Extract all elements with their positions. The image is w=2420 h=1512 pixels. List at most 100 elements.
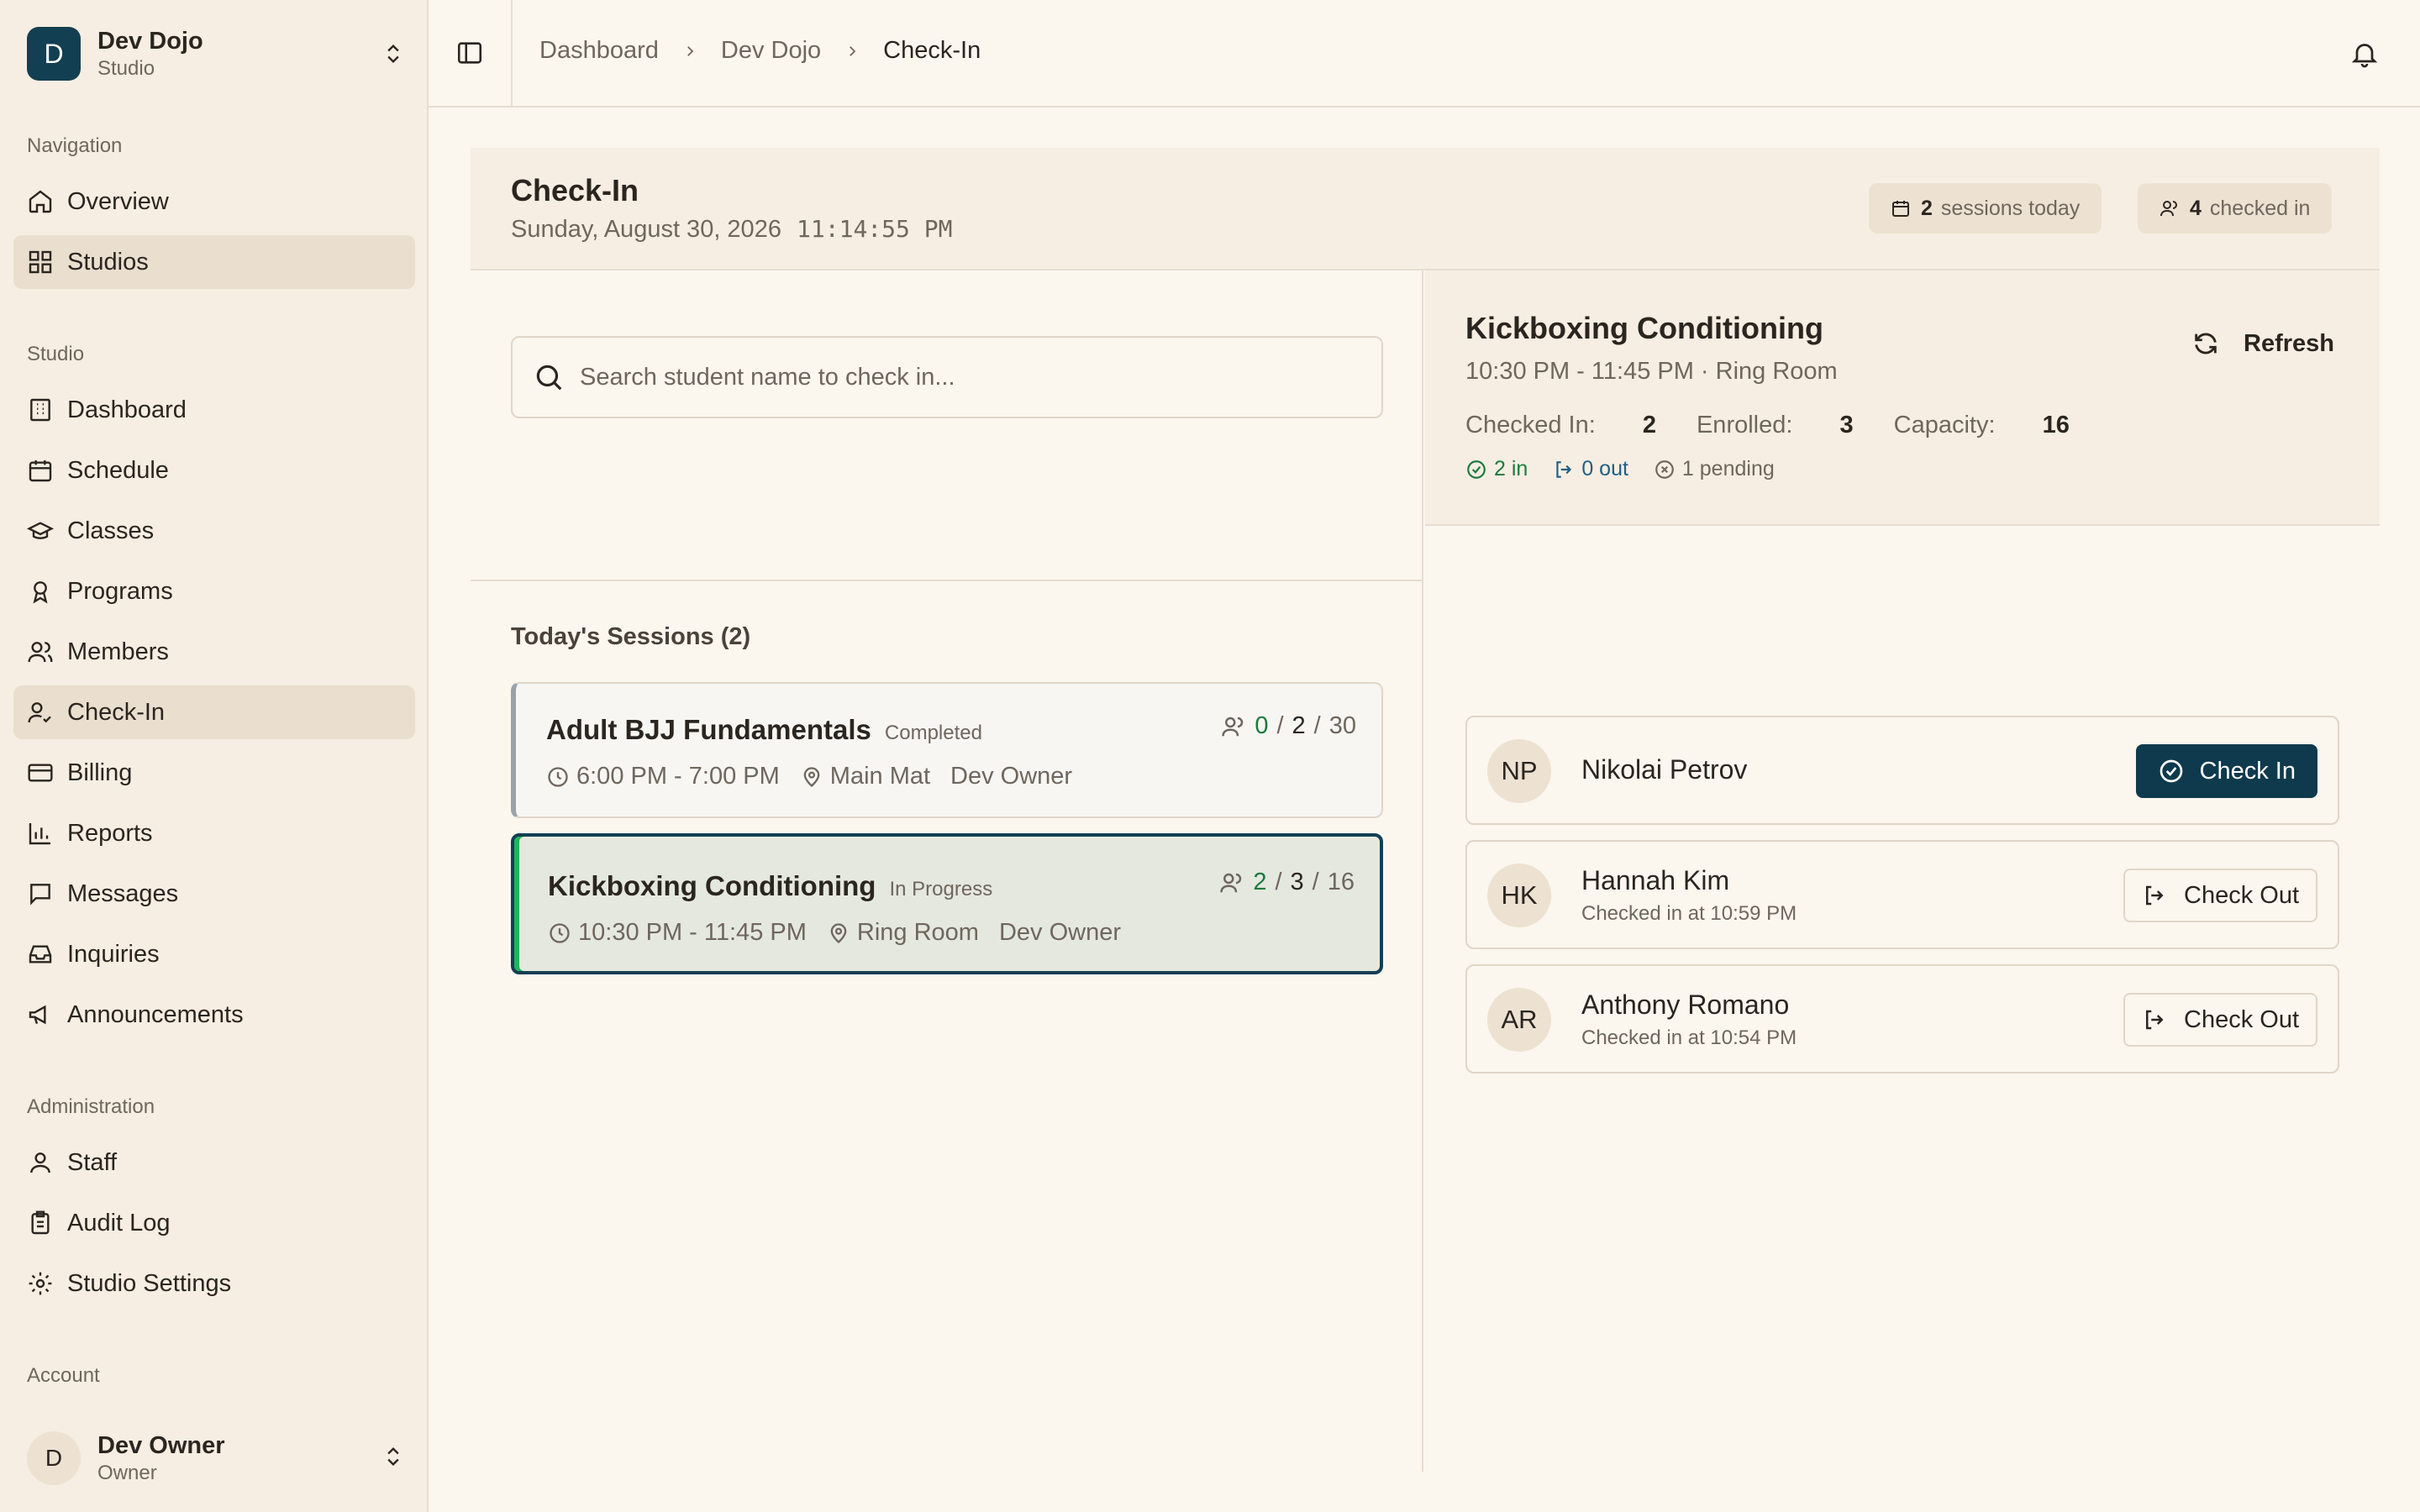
session-location: Main Mat [829, 763, 931, 790]
sidebar-item-overview[interactable]: Overview [13, 175, 415, 228]
chevrons-up-down-icon [387, 45, 399, 63]
sidebar-item-label: Reports [67, 819, 153, 847]
session-enrolled: 3 [1290, 869, 1304, 895]
checked-in-label: checked in [2209, 196, 2311, 220]
main-panel: Check-In Sunday, August 30, 2026 11:14:5… [471, 148, 2380, 1472]
sidebar-item-dashboard[interactable]: Dashboard [13, 383, 415, 437]
member-name: Hannah Kim [1581, 865, 1730, 895]
stat-checked-in-label: Checked In: [1465, 412, 1596, 438]
calendar-icon [29, 460, 52, 482]
divider [471, 580, 1423, 581]
session-capacity: 30 [1328, 712, 1356, 739]
sidebar-item-label: Billing [67, 759, 133, 786]
account-switcher[interactable]: D Dev Owner Owner [27, 1428, 405, 1488]
sessions-today-badge: 2 sessions today [1869, 183, 2102, 234]
sidebar: D Dev Dojo Studio Navigation Overview St… [0, 0, 429, 1512]
member-checkin-time: Checked in at 10:54 PM [1581, 1026, 1797, 1049]
class-header: Kickboxing Conditioning 10:30 PM - 11:45… [1425, 270, 2380, 526]
sidebar-toggle-button[interactable] [429, 0, 513, 106]
sidebar-item-reports[interactable]: Reports [13, 806, 415, 860]
log-out-icon [2146, 885, 2164, 906]
refresh-button[interactable]: Refresh [2191, 329, 2334, 358]
bell-icon[interactable] [2349, 39, 2380, 69]
check-in-label: Check In [2199, 757, 2296, 785]
sidebar-item-messages[interactable]: Messages [13, 867, 415, 921]
check-out-button[interactable]: Check Out [2123, 993, 2317, 1047]
sidebar-item-schedule[interactable]: Schedule [13, 444, 415, 497]
member-name: Anthony Romano [1581, 990, 1790, 1020]
session-instructor: Dev Owner [950, 763, 1073, 790]
user-icon [30, 1152, 50, 1173]
sidebar-item-classes[interactable]: Classes [13, 504, 415, 558]
search-input[interactable] [580, 363, 1336, 391]
bar-chart-icon [29, 823, 50, 845]
check-out-button[interactable]: Check Out [2123, 869, 2317, 922]
sidebar-item-studios[interactable]: Studios [13, 235, 415, 289]
stat-enrolled-value: 3 [1839, 412, 1854, 438]
building-icon [30, 398, 50, 422]
breadcrumb: Dashboard Dev Dojo Check-In [539, 37, 981, 65]
check-circle-icon [2160, 759, 2182, 783]
check-out-label: Check Out [2184, 1005, 2299, 1033]
sidebar-item-studio-settings[interactable]: Studio Settings [13, 1257, 415, 1310]
sidebar-item-announcements[interactable]: Announcements [13, 988, 415, 1042]
panel-left-icon [457, 42, 482, 64]
message-icon [30, 884, 50, 906]
class-attendance-summary: 2 in 0 out 1 pending [1465, 457, 1800, 481]
users-icon [1222, 717, 1244, 736]
sidebar-item-label: Dashboard [67, 396, 187, 423]
gear-icon [29, 1272, 52, 1295]
grid-icon [29, 250, 52, 274]
summary-out: 0 out [1581, 457, 1628, 480]
session-count: 0 / 2 / 30 [1221, 712, 1356, 740]
session-card-selected[interactable]: Kickboxing Conditioning In Progress 10:30… [511, 833, 1383, 974]
sidebar-item-check-in[interactable]: Check-In [13, 685, 415, 739]
sidebar-item-label: Programs [67, 577, 173, 605]
sessions-title: Today's Sessions (2) [511, 623, 751, 650]
sidebar-item-programs[interactable]: Programs [13, 564, 415, 618]
session-time: 6:00 PM - 7:00 PM [576, 763, 780, 790]
class-stats: Checked In: 2 Enrolled: 3 Capacity: 16 [1465, 412, 2110, 439]
roster-row: HK Hannah Kim Checked in at 10:59 PM Che… [1465, 840, 2339, 949]
sidebar-item-label: Overview [67, 187, 169, 215]
megaphone-icon [29, 1005, 46, 1025]
avatar: AR [1487, 988, 1551, 1052]
class-subtitle: 10:30 PM - 11:45 PM · Ring Room [1465, 358, 1838, 385]
member-name: Nikolai Petrov [1581, 754, 1748, 785]
stat-capacity-label: Capacity: [1893, 412, 1996, 438]
session-checked-in: 2 [1253, 869, 1267, 895]
refresh-icon [2195, 333, 2217, 354]
roster-column: Kickboxing Conditioning 10:30 PM - 11:45… [1425, 270, 2380, 1472]
breadcrumb-studio[interactable]: Dev Dojo [721, 37, 821, 65]
org-switcher[interactable]: D Dev Dojo Studio [27, 25, 405, 82]
page-title: Check-In [511, 173, 639, 207]
search-field[interactable] [511, 336, 1383, 418]
check-in-button[interactable]: Check In [2135, 744, 2317, 798]
check-out-label: Check Out [2184, 881, 2299, 909]
sidebar-item-label: Audit Log [67, 1209, 171, 1236]
session-title: Kickboxing Conditioning [548, 870, 876, 901]
search-icon [536, 365, 562, 391]
breadcrumb-dashboard[interactable]: Dashboard [539, 37, 659, 65]
avatar: D [27, 1431, 81, 1485]
page-date: Sunday, August 30, 2026 11:14:55 PM [511, 215, 952, 244]
sidebar-item-staff[interactable]: Staff [13, 1136, 415, 1189]
sidebar-item-inquiries[interactable]: Inquiries [13, 927, 415, 981]
checked-in-count: 4 [2190, 196, 2202, 220]
stat-checked-in-value: 2 [1642, 412, 1656, 438]
home-icon [29, 190, 52, 213]
session-status: Completed [884, 722, 982, 744]
sidebar-item-members[interactable]: Members [13, 625, 415, 679]
session-card[interactable]: Adult BJJ Fundamentals Completed 6:00 PM … [511, 682, 1383, 818]
sidebar-item-billing[interactable]: Billing [13, 746, 415, 800]
breadcrumb-current: Check-In [883, 37, 981, 64]
sidebar-item-audit-log[interactable]: Audit Log [13, 1196, 415, 1250]
summary-pending: 1 pending [1681, 457, 1775, 480]
sidebar-item-label: Schedule [67, 456, 169, 484]
checked-in-badge: 4 checked in [2138, 183, 2333, 234]
page-header: Check-In Sunday, August 30, 2026 11:14:5… [471, 148, 2380, 270]
session-time: 10:30 PM - 11:45 PM [578, 919, 807, 946]
sidebar-item-label: Inquiries [67, 940, 160, 968]
sidebar-item-label: Announcements [67, 1000, 244, 1028]
sidebar-item-label: Studios [67, 248, 149, 276]
